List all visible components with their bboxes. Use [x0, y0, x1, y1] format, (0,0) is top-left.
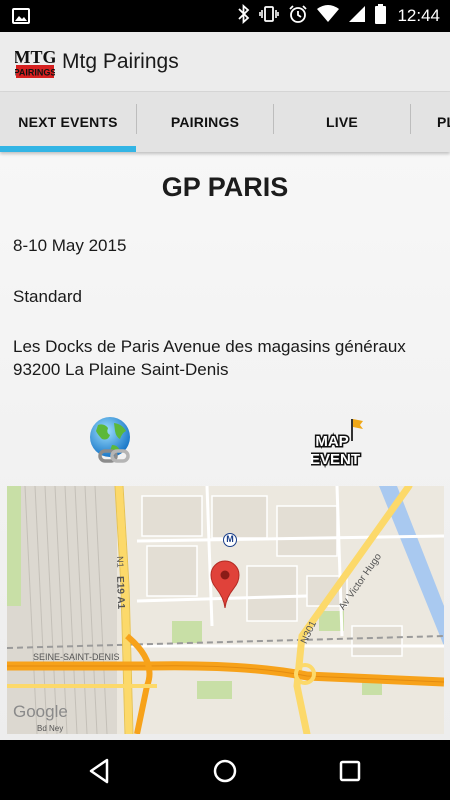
navigation-bar — [0, 740, 450, 800]
tab-bar: NEXT EVENTS PAIRINGS LIVE PL — [0, 92, 450, 152]
google-logo: Google — [13, 702, 68, 721]
status-bar: 12:44 — [0, 0, 450, 32]
bluetooth-icon — [238, 3, 250, 29]
battery-icon — [375, 3, 387, 29]
svg-text:MAP: MAP — [315, 433, 348, 450]
wifi-icon — [317, 4, 340, 28]
vibrate-icon — [259, 4, 280, 29]
location-marker-icon[interactable] — [210, 560, 240, 615]
home-icon[interactable] — [210, 756, 240, 786]
cell-signal-icon — [348, 5, 366, 28]
map-label-e19: E19 A1 — [114, 576, 127, 610]
svg-text:EVENT: EVENT — [311, 451, 360, 468]
map-event-icon[interactable]: MAP EVENT — [308, 417, 365, 470]
event-format: Standard — [13, 287, 82, 306]
tab-partial[interactable]: PL — [411, 92, 450, 152]
app-bar: MTG PAIRINGS Mtg Pairings — [0, 32, 450, 92]
recents-icon[interactable] — [335, 756, 365, 786]
event-title: GP PARIS — [161, 172, 289, 202]
tab-next-events[interactable]: NEXT EVENTS — [0, 92, 136, 152]
status-time: 12:44 — [397, 6, 440, 25]
image-icon — [12, 7, 30, 30]
event-address: Les Docks de Paris Avenue des magasins g… — [13, 337, 406, 379]
app-logo[interactable]: MTG PAIRINGS — [14, 44, 57, 80]
tab-indicator — [0, 146, 136, 152]
map-label-seine: SEINE-SAINT-DENIS — [33, 652, 120, 662]
svg-text:MTG: MTG — [15, 47, 55, 67]
alarm-icon — [288, 4, 308, 29]
event-map[interactable]: N1 E19 A1 Av Victor Hugo N301 SEINE-SAIN… — [7, 486, 444, 734]
event-date: 8-10 May 2015 — [13, 236, 127, 255]
app-title: Mtg Pairings — [62, 50, 179, 73]
event-details: GP PARIS 8-10 May 2015 Standard Les Dock… — [0, 152, 450, 740]
back-icon[interactable] — [85, 756, 115, 786]
tab-live[interactable]: LIVE — [274, 92, 410, 152]
map-label-bd-ney: Bd Ney — [37, 724, 64, 733]
map-label-n1: N1 — [115, 556, 126, 568]
metro-icon: M — [223, 533, 237, 547]
svg-text:PAIRINGS: PAIRINGS — [15, 68, 55, 78]
web-link-icon[interactable] — [86, 415, 138, 467]
tab-pairings[interactable]: PAIRINGS — [137, 92, 273, 152]
